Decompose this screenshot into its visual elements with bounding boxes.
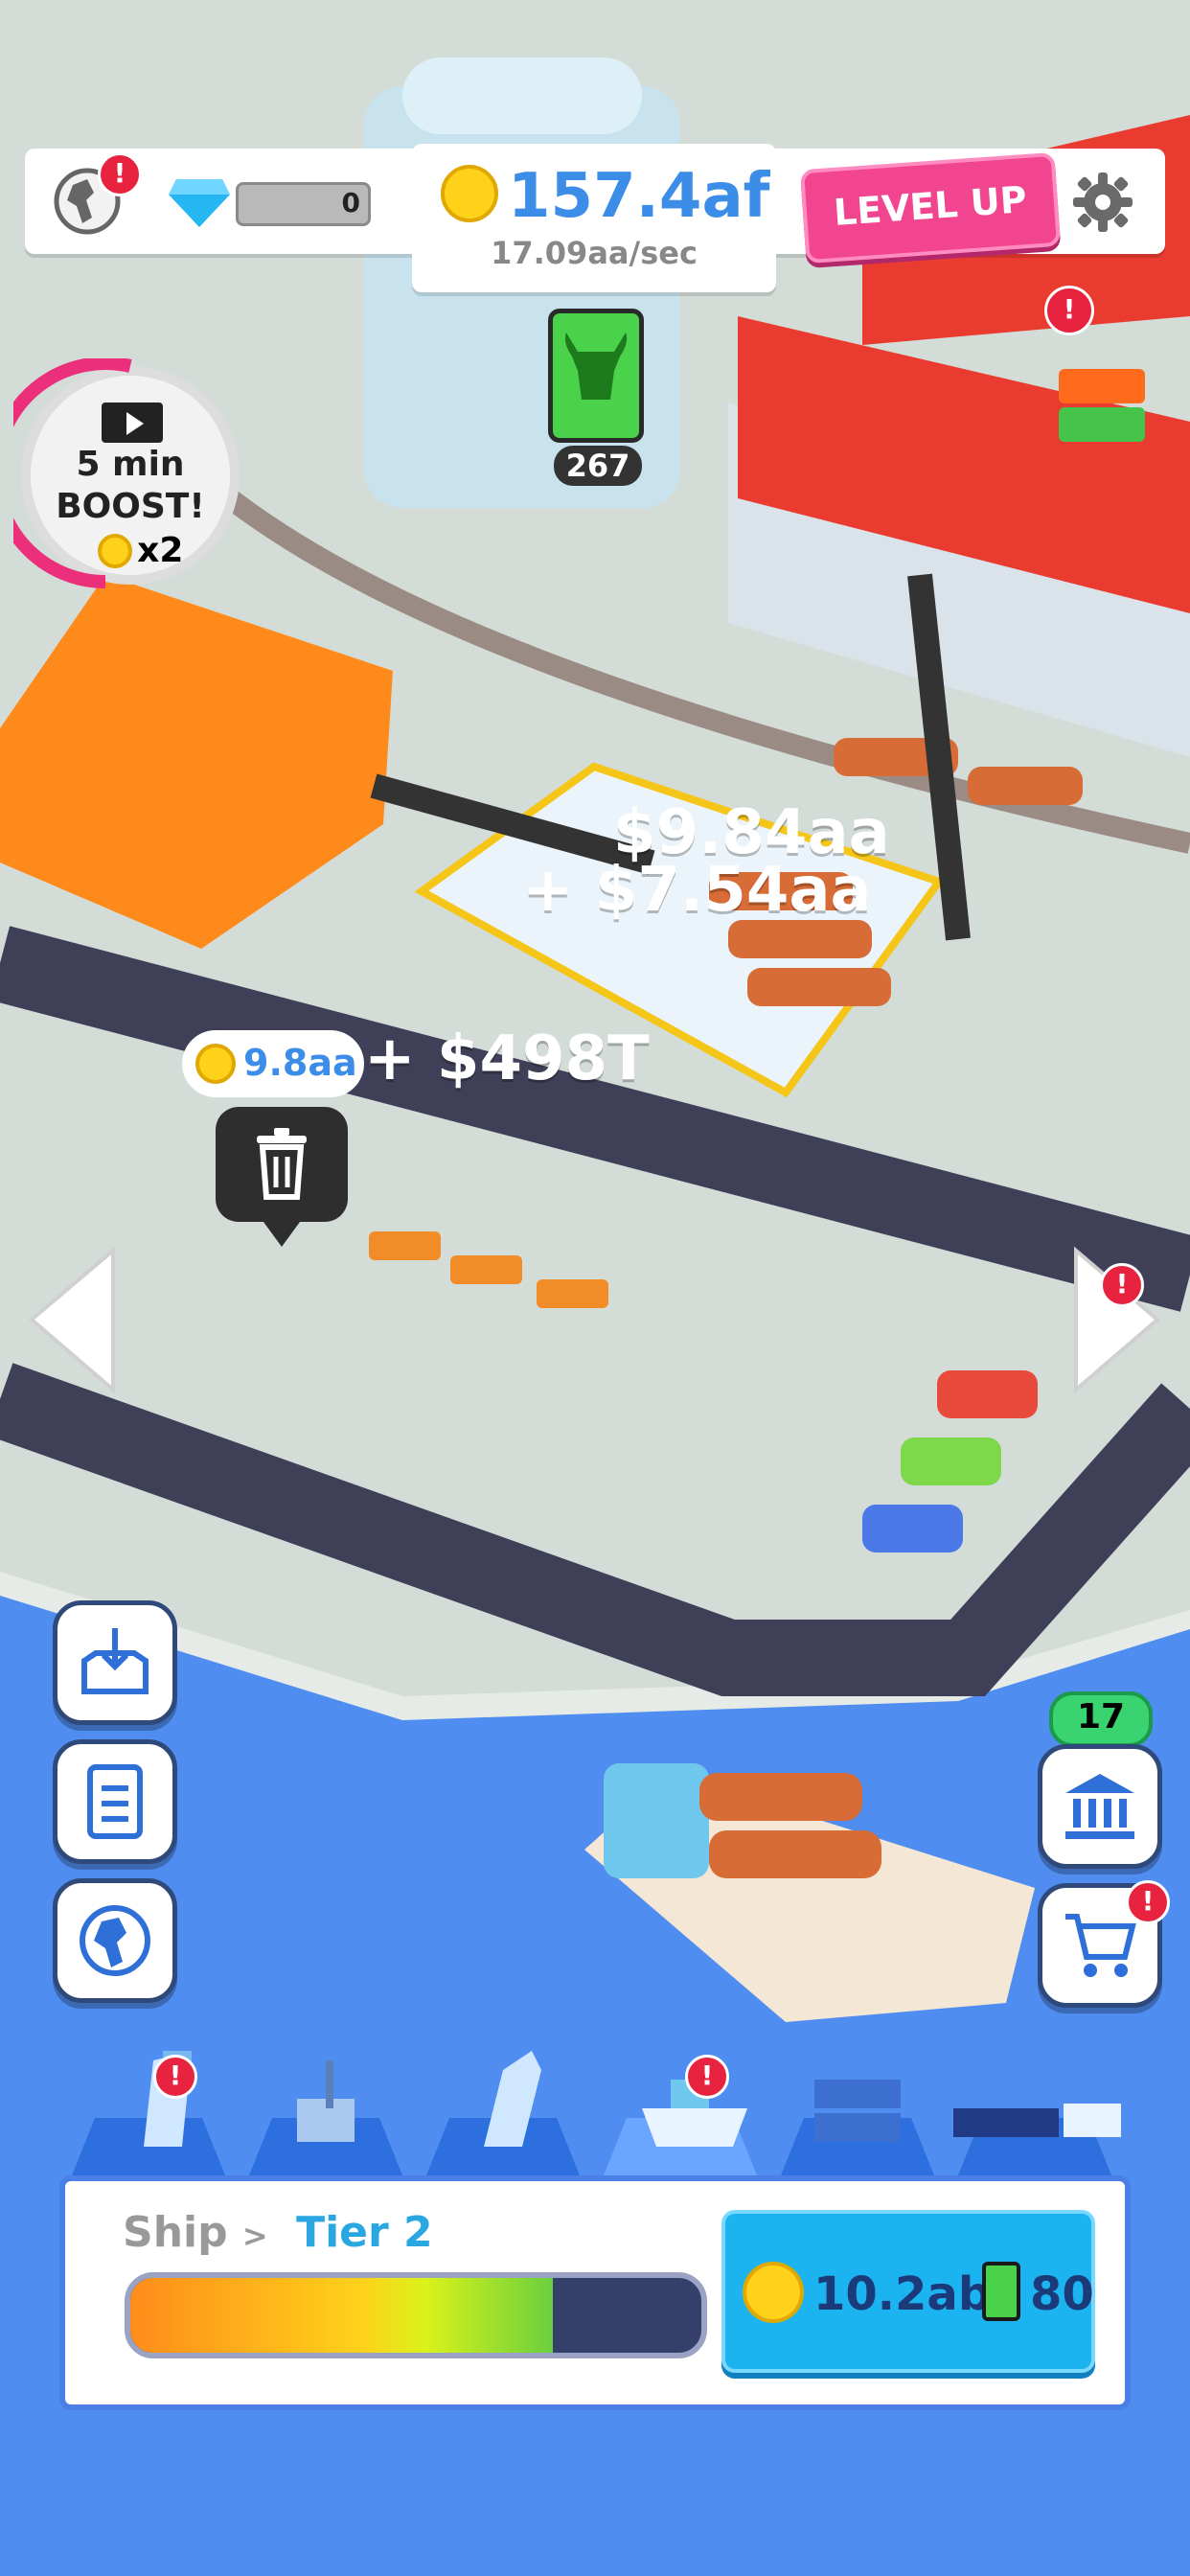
warehouse-alert-badge: ! <box>1044 286 1094 335</box>
bank-button[interactable] <box>1038 1744 1162 1869</box>
boost-timer-ring <box>13 358 132 588</box>
next-area-alert-badge: ! <box>1100 1263 1144 1307</box>
slot-price-bubble: 9.8aa <box>182 1030 364 1097</box>
coin-icon <box>441 165 498 222</box>
globe-africa-icon <box>80 1905 150 1976</box>
level-up-button[interactable]: LEVEL UP <box>799 151 1062 264</box>
tier-label: Tier 2 <box>296 2208 433 2257</box>
floating-income: + $498T <box>364 1024 650 1094</box>
tier-progress-fill <box>130 2278 554 2353</box>
money-display: 157.4af 17.09aa/sec <box>412 144 776 292</box>
bank-count-badge: 17 <box>1049 1691 1153 1747</box>
world-alert-badge: ! <box>98 152 142 196</box>
settings-gear-icon[interactable] <box>1073 172 1133 232</box>
income-rate: 17.09aa/sec <box>491 235 698 271</box>
excavator-icon <box>484 2051 541 2147</box>
gem-counter: 0 <box>236 182 371 226</box>
forklift-icon <box>297 2060 355 2142</box>
upgrade-panel: Ship > Tier 2 10.2ab 80 <box>59 2175 1131 2410</box>
bull-icon <box>982 2262 1020 2321</box>
resource-count: 267 <box>554 446 642 486</box>
money-value: 157.4af <box>508 161 770 232</box>
gem-count: 0 <box>341 187 360 218</box>
upgrade-resource-cost: 80 <box>1030 2267 1094 2321</box>
category-label: Ship <box>123 2208 228 2257</box>
bank-icon <box>1065 1774 1134 1839</box>
containers-icon <box>814 2080 901 2142</box>
bull-icon <box>564 333 628 400</box>
resource-tile[interactable] <box>548 309 644 443</box>
tab-crane-alert: ! <box>153 2055 197 2099</box>
tab-ship-alert: ! <box>685 2055 729 2099</box>
coin-icon <box>743 2262 804 2323</box>
slot-price: 9.8aa <box>243 1042 357 1084</box>
diamond-icon <box>169 179 230 227</box>
floating-income: + $7.54aa <box>522 855 872 926</box>
cart-icon <box>1065 1914 1136 1977</box>
remove-button[interactable] <box>216 1107 348 1247</box>
breadcrumb-separator: > <box>241 2218 268 2254</box>
coin-icon <box>195 1044 236 1084</box>
upgrade-coin-cost: 10.2ab <box>813 2267 992 2321</box>
previous-area-arrow-icon[interactable] <box>27 1246 118 1394</box>
train-truck-icon <box>953 2104 1121 2137</box>
category-tabs: ! ! <box>72 2032 1135 2175</box>
breadcrumb: Ship > Tier 2 <box>123 2208 433 2257</box>
inbox-download-icon <box>81 1628 149 1694</box>
shop-alert-badge: ! <box>1126 1880 1170 1924</box>
contracts-button[interactable] <box>53 1739 177 1864</box>
warehouse-upgrade-icon[interactable] <box>1059 369 1155 446</box>
world-button[interactable] <box>53 1878 177 2003</box>
document-list-icon <box>87 1764 143 1839</box>
upgrade-buy-button[interactable]: 10.2ab 80 <box>721 2210 1095 2373</box>
trash-icon <box>257 1128 307 1200</box>
tier-progress-bar <box>125 2272 707 2358</box>
collect-box-button[interactable] <box>53 1600 177 1725</box>
